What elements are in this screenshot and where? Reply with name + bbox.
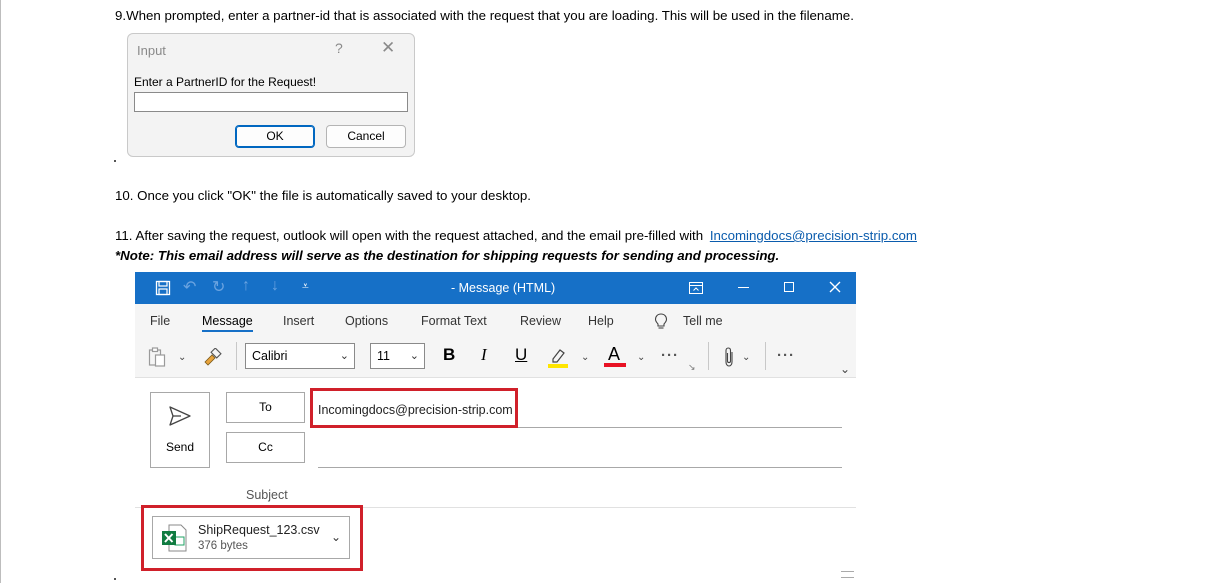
maximize-icon[interactable]	[784, 282, 794, 292]
redo-icon[interactable]: ↻	[212, 277, 225, 297]
font-size-select[interactable]: 11 ⌄	[370, 343, 425, 369]
to-highlight-box	[310, 388, 518, 428]
menu-bar: File Message Insert Options Format Text …	[135, 304, 856, 338]
tab-insert[interactable]: Insert	[283, 314, 314, 328]
partner-id-input[interactable]	[134, 92, 408, 112]
more-icon[interactable]: ···	[777, 347, 795, 364]
email-link[interactable]: Incomingdocs@precision-strip.com	[710, 228, 917, 243]
ok-button[interactable]: OK	[235, 125, 315, 148]
ribbon-display-icon[interactable]	[689, 282, 703, 294]
font-color-swatch	[604, 363, 626, 367]
dialog-prompt: Enter a PartnerID for the Request!	[134, 75, 317, 89]
attach-icon[interactable]	[723, 346, 735, 368]
page-border	[0, 0, 1, 583]
send-icon	[169, 406, 191, 426]
dialog-title: Input	[137, 43, 166, 58]
lightbulb-icon	[654, 313, 668, 329]
save-icon[interactable]	[155, 280, 171, 296]
send-label: Send	[165, 440, 195, 454]
font-name-value: Calibri	[252, 349, 288, 363]
down-icon[interactable]: ↓	[271, 277, 279, 295]
subject-label: Subject	[246, 488, 288, 502]
ribbon-separator	[765, 342, 766, 370]
ribbon-separator	[708, 342, 709, 370]
font-size-value: 11	[377, 349, 390, 363]
tab-review[interactable]: Review	[520, 314, 561, 328]
customize-icon[interactable]: ⩡	[302, 279, 309, 294]
title-bar: ↶ ↻ ↑ ↓ ⩡ - Message (HTML)	[135, 272, 856, 304]
chevron-down-icon[interactable]: ⌄	[581, 352, 589, 363]
tab-format-text[interactable]: Format Text	[421, 314, 487, 328]
step-11-text: 11. After saving the request, outlook wi…	[115, 228, 917, 243]
cc-field[interactable]	[318, 467, 842, 468]
cancel-button[interactable]: Cancel	[326, 125, 406, 148]
help-icon[interactable]: ?	[335, 40, 343, 56]
window-title: - Message (HTML)	[451, 281, 556, 295]
step-11-prefix: 11. After saving the request, outlook wi…	[115, 228, 704, 243]
input-dialog: Input ? ✕ Enter a PartnerID for the Requ…	[127, 33, 415, 157]
tab-options[interactable]: Options	[345, 314, 388, 328]
chevron-down-icon: ⌄	[339, 350, 349, 362]
highlighter-icon[interactable]	[547, 346, 569, 368]
step-10-text: 10. Once you click "OK" the file is auto…	[115, 188, 531, 203]
up-icon[interactable]: ↑	[242, 277, 250, 295]
attachment-highlight-box	[141, 505, 363, 571]
font-color-icon: A	[608, 344, 621, 364]
font-color-button[interactable]: A	[604, 343, 626, 369]
ribbon-separator	[236, 342, 237, 370]
chevron-down-icon[interactable]: ⌄	[742, 352, 750, 363]
to-button[interactable]: To	[226, 392, 305, 423]
bullet-dot	[114, 160, 116, 162]
send-button[interactable]: Send	[150, 392, 210, 468]
bullet-dot	[114, 578, 116, 580]
underline-button[interactable]: U	[515, 345, 527, 365]
chevron-down-icon[interactable]: ⌄	[178, 352, 186, 363]
tell-me-search[interactable]: Tell me	[683, 314, 723, 328]
tab-file[interactable]: File	[150, 314, 170, 328]
dialog-launcher-icon[interactable]: ↘	[688, 362, 696, 373]
tab-message[interactable]: Message	[202, 314, 253, 332]
font-name-select[interactable]: Calibri ⌄	[245, 343, 355, 369]
italic-button[interactable]: I	[481, 345, 487, 365]
format-painter-icon[interactable]	[202, 348, 222, 366]
chevron-down-icon[interactable]: ⌄	[637, 352, 645, 363]
resize-grip[interactable]	[841, 571, 854, 578]
close-window-icon[interactable]	[829, 281, 841, 293]
tab-help[interactable]: Help	[588, 314, 614, 328]
ribbon-toolbar: ⌄ Calibri ⌄ 11 ⌄ B I U ⌄ A ⌄ ··· ⌄ ··· ↘…	[135, 338, 856, 378]
chevron-down-icon: ⌄	[409, 350, 419, 362]
undo-icon[interactable]: ↶	[183, 277, 196, 297]
minimize-icon[interactable]	[738, 287, 749, 288]
note-text: *Note: This email address will serve as …	[115, 248, 780, 263]
bold-button[interactable]: B	[443, 345, 455, 365]
more-icon[interactable]: ···	[661, 347, 679, 364]
paste-icon[interactable]	[148, 347, 166, 367]
close-icon[interactable]: ✕	[381, 38, 395, 58]
cc-button[interactable]: Cc	[226, 432, 305, 463]
chevron-down-icon[interactable]: ⌄	[840, 362, 850, 376]
step-9-text: 9.When prompted, enter a partner-id that…	[115, 8, 854, 23]
